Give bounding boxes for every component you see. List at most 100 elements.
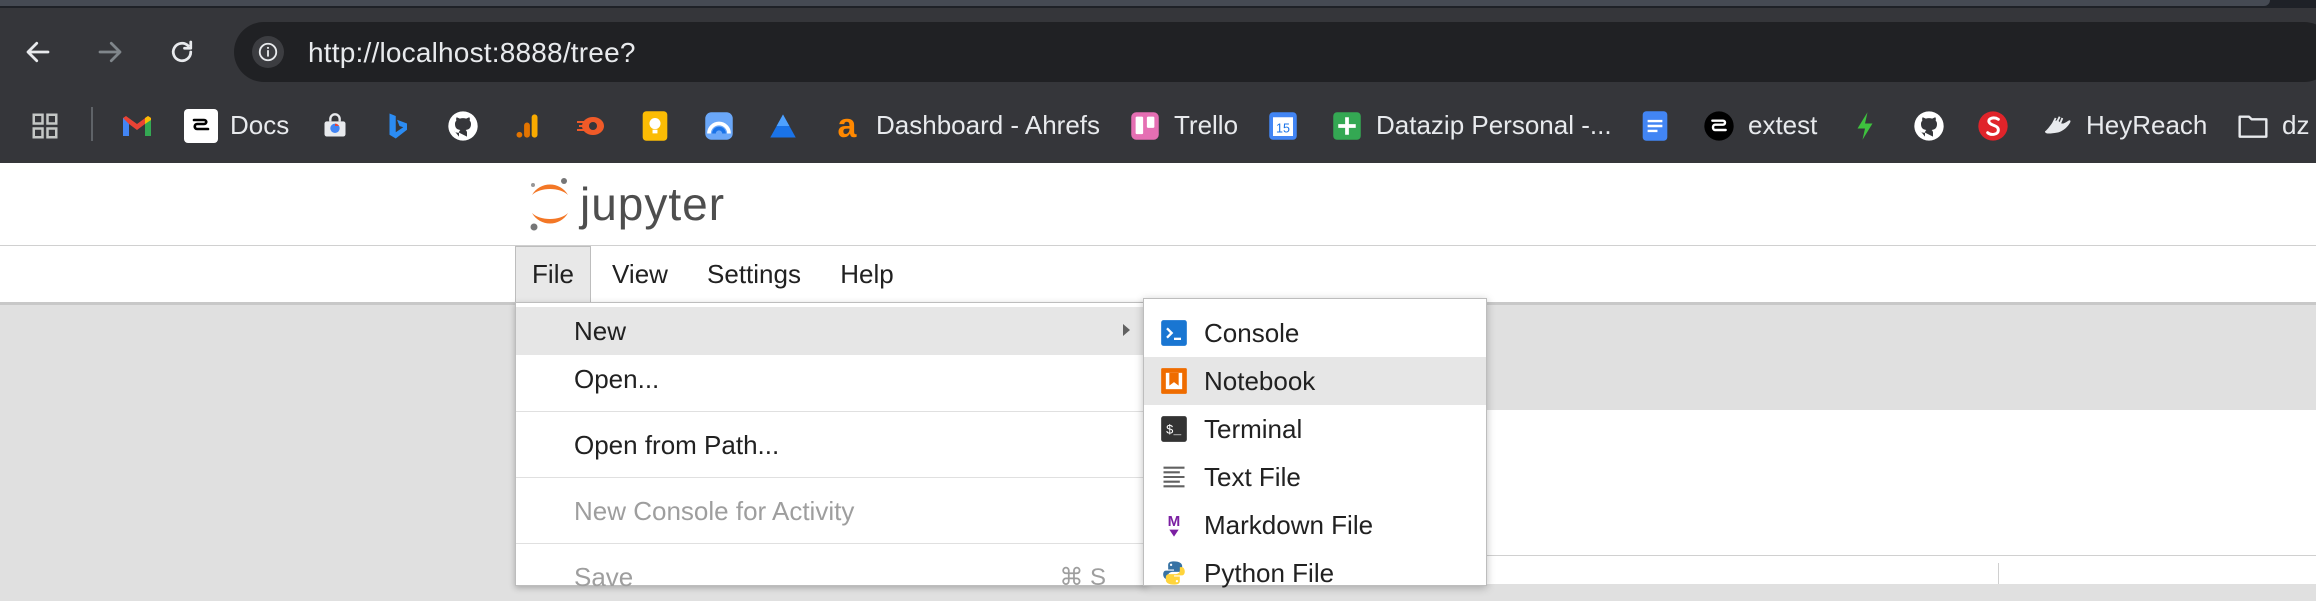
bing-icon: [380, 109, 414, 143]
svg-text:$_: $_: [1166, 423, 1182, 438]
bookmark-web-store[interactable]: [318, 88, 352, 163]
menu-divider: [516, 477, 1146, 478]
menu-view-label: View: [612, 258, 668, 289]
jupyter-menubar: File View Settings Help: [0, 246, 2316, 305]
menu-item-label: Open...: [574, 363, 660, 394]
bookmark-bolt[interactable]: [1848, 88, 1882, 163]
ahrefs-icon: a: [837, 106, 857, 145]
terminal-icon: $_: [1161, 416, 1187, 442]
forward-arrow-icon: [98, 41, 122, 63]
bookmark-label: Dashboard - Ahrefs: [876, 110, 1101, 140]
web-store-icon: [318, 109, 352, 143]
site-info-icon[interactable]: [252, 36, 284, 68]
bookmark-bing[interactable]: [380, 88, 414, 163]
submenu-item-label: Notebook: [1204, 365, 1316, 396]
menu-file-label: File: [532, 259, 574, 289]
submenu-arrow-icon: [1123, 324, 1130, 336]
bookmark-triangle[interactable]: [766, 88, 800, 163]
menu-divider: [516, 411, 1146, 412]
sheets-icon: [1330, 109, 1364, 143]
menu-view[interactable]: View: [610, 246, 670, 302]
bookmark-datazip-sheet[interactable]: Datazip Personal -...: [1330, 88, 1612, 163]
python-file-icon: [1163, 561, 1185, 585]
extest-icon: [1702, 109, 1736, 143]
bookmark-keep[interactable]: [638, 88, 672, 163]
bookmark-orange-logo[interactable]: [574, 88, 608, 163]
github-icon: [1912, 109, 1946, 143]
new-submenu: Console Notebook $_ Terminal Text File M…: [1143, 298, 1487, 588]
orange-logo-icon: [574, 109, 608, 143]
back-button[interactable]: [18, 32, 58, 72]
back-arrow-icon: [26, 41, 50, 63]
folder-icon: [2236, 109, 2270, 143]
save-shortcut: ⌘ S: [1059, 563, 1106, 591]
browser-toolbar: http://localhost:8888/tree?: [0, 8, 2316, 88]
bookmark-s-logo[interactable]: [1976, 88, 2010, 163]
submenu-item-label: Text File: [1204, 461, 1301, 492]
submenu-item-label: Markdown File: [1204, 509, 1374, 540]
submenu-item-label: Console: [1204, 317, 1300, 348]
jupyter-logo-icon: [530, 178, 568, 231]
bookmark-docs[interactable]: Docs: [184, 88, 289, 163]
google-docs-icon: [1638, 109, 1672, 143]
forward-button[interactable]: [90, 32, 130, 72]
menu-file[interactable]: File: [515, 246, 591, 302]
bookmark-google-docs[interactable]: [1638, 88, 1672, 163]
console-icon: [1161, 320, 1187, 346]
s-logo-icon: [1976, 109, 2010, 143]
menu-help[interactable]: Help: [832, 246, 902, 302]
menu-item-label: New Console for Activity: [574, 495, 855, 526]
github-icon: [446, 109, 480, 143]
analytics-icon: [510, 109, 544, 143]
bookmark-label: dz: [2282, 110, 2310, 140]
calendar-icon: 15: [1266, 109, 1300, 143]
address-bar[interactable]: http://localhost:8888/tree?: [234, 22, 2316, 82]
new-text-file-item[interactable]: Text File: [1144, 453, 1486, 501]
file-menu-new[interactable]: New: [516, 307, 1146, 355]
new-terminal-item[interactable]: $_ Terminal: [1144, 405, 1486, 453]
new-python-file-item[interactable]: Python File: [1144, 549, 1486, 597]
menu-help-label: Help: [840, 258, 894, 289]
bookmark-github-1[interactable]: [446, 88, 480, 163]
column-divider[interactable]: [1998, 563, 1999, 584]
bookmark-rainbow[interactable]: [702, 88, 736, 163]
url-text[interactable]: http://localhost:8888/tree?: [308, 37, 636, 69]
bolt-icon: [1848, 109, 1882, 143]
bookmark-ahrefs[interactable]: a Dashboard - Ahrefs: [830, 88, 1100, 163]
menu-settings[interactable]: Settings: [696, 246, 812, 302]
jupyter-logo[interactable]: jupyter: [528, 175, 725, 233]
heyreach-icon: [2040, 109, 2074, 143]
bookmark-analytics[interactable]: [510, 88, 544, 163]
new-console-item[interactable]: Console: [1144, 309, 1486, 357]
bookmark-gmail[interactable]: [120, 88, 154, 163]
window-top-bar: [0, 0, 2316, 8]
rainbow-icon: [702, 109, 736, 143]
keep-icon: [638, 109, 672, 143]
reload-button[interactable]: [162, 32, 202, 72]
bookmark-github-2[interactable]: [1912, 88, 1946, 163]
reload-icon: [171, 40, 193, 63]
bookmark-trello[interactable]: Trello: [1128, 88, 1238, 163]
menu-item-label: Open from Path...: [574, 429, 780, 460]
apps-grid-icon: [28, 109, 62, 143]
svg-text:M: M: [1168, 513, 1181, 530]
drive-triangle-icon: [766, 109, 800, 143]
panel-header-divider: [1485, 555, 2316, 556]
file-menu-open-from-path[interactable]: Open from Path...: [516, 421, 1146, 469]
file-menu-open[interactable]: Open...: [516, 355, 1146, 403]
menu-divider: [516, 543, 1146, 544]
bookmarks-divider: [91, 107, 93, 141]
bookmark-calendar[interactable]: 15: [1266, 88, 1300, 163]
bookmark-folder[interactable]: dz: [2236, 88, 2309, 163]
bookmark-label: Datazip Personal -...: [1376, 110, 1612, 140]
menu-item-label: Save: [574, 561, 634, 592]
jupyter-header: jupyter: [0, 163, 2316, 246]
bookmark-extest[interactable]: extest: [1702, 88, 1817, 163]
svg-text:15: 15: [1276, 121, 1290, 135]
bookmark-label: Docs: [230, 110, 290, 140]
bookmark-heyreach[interactable]: HeyReach: [2040, 88, 2207, 163]
bookmark-apps[interactable]: [28, 88, 62, 163]
new-markdown-file-item[interactable]: M Markdown File: [1144, 501, 1486, 549]
submenu-item-label: Terminal: [1204, 413, 1303, 444]
new-notebook-item[interactable]: Notebook: [1144, 357, 1486, 405]
